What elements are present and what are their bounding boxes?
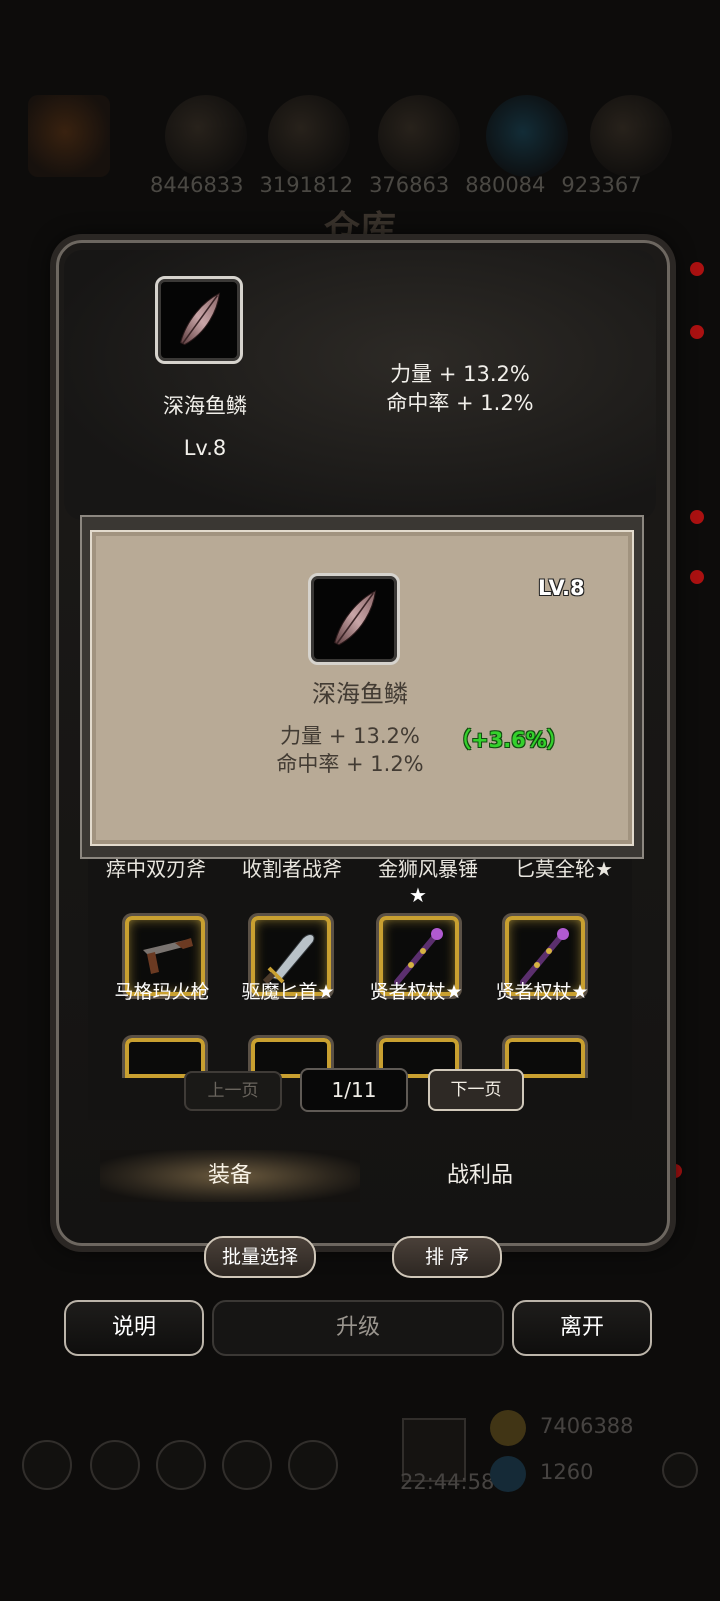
notification-dot (668, 1164, 682, 1178)
tab-equipment[interactable]: 装备 (100, 1150, 360, 1202)
tooltip-stats: 力量 + 13.2% 命中率 + 1.2% (250, 722, 450, 778)
currency-values: 8446833 3191812 376863 880084 923367 (150, 173, 670, 197)
item-name: 贤者权杖★ (369, 981, 463, 1003)
currency-value: 923367 (561, 173, 642, 197)
item-name: 贤者权杖★ (495, 981, 589, 1003)
selected-item-stats: 力量 + 13.2% 命中率 + 1.2% (360, 360, 560, 418)
tooltip-item-name: 深海鱼鳞 (312, 680, 408, 708)
currency-value: 376863 (369, 173, 450, 197)
selected-item-name: 深海鱼鳞 (163, 394, 247, 418)
fish-scale-icon (334, 590, 377, 646)
stat-line: 力量 + 13.2% (280, 724, 420, 748)
menu-icon (288, 1440, 338, 1490)
next-page-button[interactable]: 下一页 (428, 1069, 524, 1111)
resource-icon (486, 95, 568, 177)
currency-value: 3191812 (259, 173, 354, 197)
sort-button[interactable]: 排 序 (392, 1236, 502, 1278)
stat-line: 命中率 + 1.2% (276, 752, 424, 776)
leave-button[interactable]: 离开 (512, 1300, 652, 1356)
stat-line: 力量 + 13.2% (390, 362, 530, 386)
menu-icon (156, 1440, 206, 1490)
resource-icon (28, 95, 110, 177)
resource-icon (165, 95, 247, 177)
plus-icon (662, 1452, 698, 1488)
selected-item-level: Lv.8 (183, 436, 227, 460)
tooltip-level: LV.8 (538, 576, 585, 600)
selected-item-slot[interactable] (155, 276, 243, 364)
item-name: 驱魔匕首★ (241, 981, 335, 1003)
tooltip-item-slot (308, 573, 400, 665)
menu-icon (90, 1440, 140, 1490)
gem-icon (490, 1456, 526, 1492)
menu-icon (222, 1440, 272, 1490)
tooltip-bonus: （+3.6%） (450, 728, 568, 752)
notification-dot (690, 325, 704, 339)
resource-icon (590, 95, 672, 177)
resource-icon (378, 95, 460, 177)
stat-line: 命中率 + 1.2% (386, 391, 534, 415)
menu-icon (22, 1440, 72, 1490)
item-name: 马格玛火枪 (114, 981, 210, 1003)
star-icon: ★ (409, 883, 427, 907)
currency-value: 880084 (465, 173, 546, 197)
notification-dot (690, 510, 704, 524)
prev-page-button[interactable]: 上一页 (184, 1071, 282, 1111)
help-button[interactable]: 说明 (64, 1300, 204, 1356)
page-indicator: 1/11 (300, 1068, 408, 1112)
tab-loot[interactable]: 战利品 (350, 1150, 610, 1202)
notification-dot (690, 570, 704, 584)
currency-bar: 8446833 3191812 376863 880084 923367 (0, 85, 720, 205)
gold-icon (490, 1410, 526, 1446)
fish-scale-icon (179, 292, 221, 346)
gold-amount: 7406388 (540, 1414, 634, 1438)
clock: 22:44:58 (400, 1470, 495, 1494)
notification-dot (690, 262, 704, 276)
upgrade-button[interactable]: 升级 (212, 1300, 504, 1356)
resource-icon (268, 95, 350, 177)
gem-amount: 1260 (540, 1460, 594, 1484)
inventory-grid: 瘁中双刃斧 收割者战斧 金狮风暴锤 匕莫全轮★ ★ 马格玛火枪 驱魔匕首★ 贤者… (88, 845, 632, 1120)
currency-value: 8446833 (150, 173, 244, 197)
batch-select-button[interactable]: 批量选择 (204, 1236, 316, 1278)
